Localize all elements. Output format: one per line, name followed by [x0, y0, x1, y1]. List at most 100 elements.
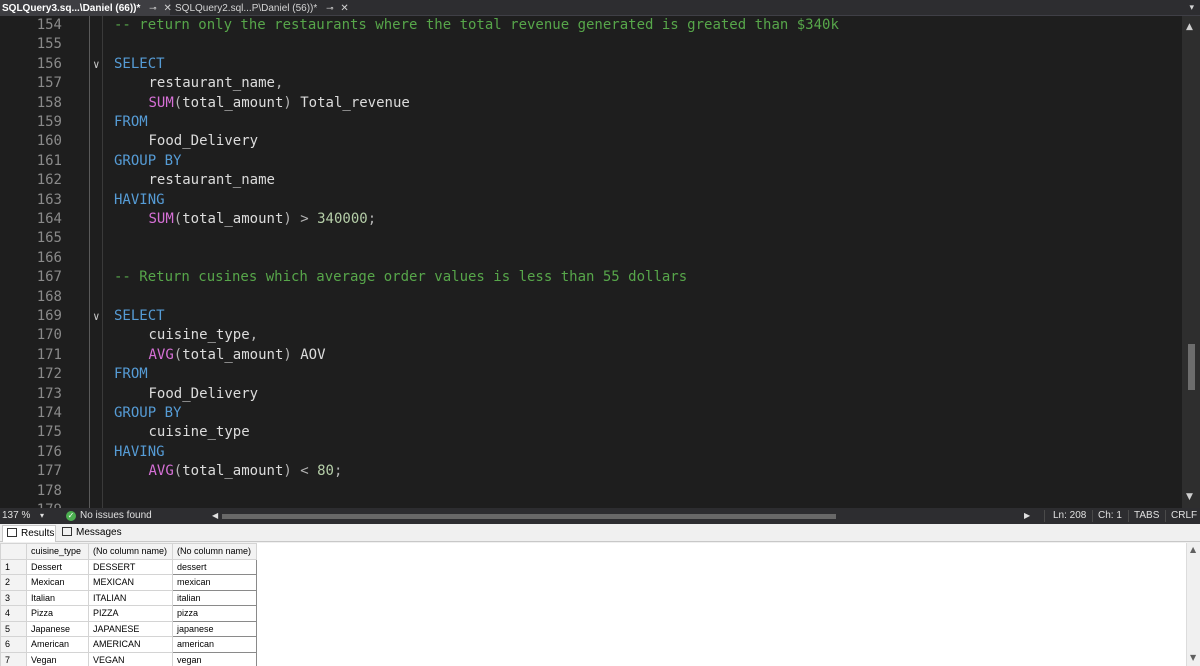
row-number[interactable]: 3: [0, 589, 27, 606]
zoom-level[interactable]: 137 %: [2, 508, 30, 524]
table-cell[interactable]: Dessert: [26, 558, 89, 575]
line-number: 176: [36, 443, 62, 460]
row-header-corner[interactable]: [0, 543, 27, 560]
code-line[interactable]: 155: [0, 35, 1182, 54]
code-line[interactable]: 168: [0, 288, 1182, 307]
code-line[interactable]: 159 FROM: [0, 113, 1182, 132]
issues-status[interactable]: No issues found: [80, 508, 152, 524]
code-line[interactable]: 179: [0, 501, 1182, 508]
table-cell[interactable]: DESSERT: [88, 558, 173, 575]
code-token: total_amount: [182, 94, 284, 111]
table-cell[interactable]: Mexican: [26, 574, 89, 591]
scroll-up-arrow-icon[interactable]: ▲: [1186, 22, 1193, 32]
code-line[interactable]: 169 ∨ SELECT: [0, 307, 1182, 326]
editor-vertical-scrollbar[interactable]: ▲ ▼: [1182, 16, 1200, 508]
code-line[interactable]: 162 restaurant_name: [0, 171, 1182, 190]
table-cell[interactable]: american: [172, 636, 257, 653]
column-header[interactable]: (No column name): [172, 543, 257, 560]
code-line[interactable]: 154 -- return only the restaurants where …: [0, 16, 1182, 35]
code-line[interactable]: 156 ∨ SELECT: [0, 55, 1182, 74]
row-number[interactable]: 5: [0, 620, 27, 637]
scroll-right-arrow-icon[interactable]: ▶: [1024, 508, 1030, 524]
code-line[interactable]: 164 SUM(total_amount) > 340000;: [0, 210, 1182, 229]
code-line[interactable]: 175 cuisine_type: [0, 423, 1182, 442]
fold-toggle-icon[interactable]: ∨: [93, 55, 100, 74]
code-line[interactable]: 167 -- Return cusines which average order…: [0, 268, 1182, 287]
table-row[interactable]: 5 Japanese JAPANESE japanese: [0, 620, 257, 637]
code-token: SELECT: [114, 55, 165, 72]
tab-sqlquery3[interactable]: SQLQuery3.sq...\Daniel (66))* ⊸ ✕: [0, 0, 172, 17]
close-icon[interactable]: ✕: [340, 1, 348, 17]
scroll-up-arrow-icon[interactable]: ▲: [1190, 545, 1196, 554]
code-line[interactable]: 172 FROM: [0, 365, 1182, 384]
code-line[interactable]: 158 SUM(total_amount) Total_revenue: [0, 94, 1182, 113]
scroll-left-arrow-icon[interactable]: ◀: [212, 508, 218, 524]
horizontal-scrollbar-thumb[interactable]: [222, 514, 836, 519]
row-number[interactable]: 1: [0, 558, 27, 575]
zoom-dropdown-icon[interactable]: ▾: [40, 508, 44, 524]
tab-results[interactable]: Results: [2, 525, 56, 542]
tab-overflow-dropdown-icon[interactable]: ▾: [1189, 0, 1194, 16]
column-header[interactable]: (No column name): [88, 543, 173, 560]
table-cell[interactable]: American: [26, 636, 89, 653]
table-row[interactable]: 1 Dessert DESSERT dessert: [0, 558, 257, 575]
close-icon[interactable]: ✕: [163, 1, 171, 17]
scroll-down-arrow-icon[interactable]: ▼: [1190, 653, 1196, 662]
table-cell[interactable]: MEXICAN: [88, 574, 173, 591]
results-grid[interactable]: cuisine_type (No column name) (No column…: [0, 543, 1186, 666]
fold-toggle-icon[interactable]: ∨: [93, 307, 100, 326]
code-line[interactable]: 170 cuisine_type,: [0, 326, 1182, 345]
table-cell[interactable]: Vegan: [26, 651, 89, 666]
table-cell[interactable]: Italian: [26, 589, 89, 606]
code-line[interactable]: 166: [0, 249, 1182, 268]
table-cell[interactable]: ITALIAN: [88, 589, 173, 606]
table-cell[interactable]: Japanese: [26, 620, 89, 637]
table-cell[interactable]: VEGAN: [88, 651, 173, 666]
row-number[interactable]: 6: [0, 636, 27, 653]
table-cell[interactable]: AMERICAN: [88, 636, 173, 653]
table-cell[interactable]: Pizza: [26, 605, 89, 622]
table-row[interactable]: 7 Vegan VEGAN vegan: [0, 651, 257, 666]
scroll-down-arrow-icon[interactable]: ▼: [1186, 492, 1193, 502]
tab-label: SQLQuery3.sq...\Daniel (66))*: [2, 3, 141, 14]
code-line[interactable]: 160 Food_Delivery: [0, 132, 1182, 151]
pin-icon[interactable]: ⊸: [149, 0, 157, 16]
table-cell[interactable]: JAPANESE: [88, 620, 173, 637]
code-line[interactable]: 177 AVG(total_amount) < 80;: [0, 462, 1182, 481]
table-cell[interactable]: japanese: [172, 620, 257, 637]
row-number[interactable]: 2: [0, 574, 27, 591]
tab-sqlquery2[interactable]: SQLQuery2.sql...P\Daniel (56))* ⊸ ✕: [172, 0, 349, 17]
table-row[interactable]: 3 Italian ITALIAN italian: [0, 589, 257, 606]
table-cell[interactable]: pizza: [172, 605, 257, 622]
code-token: ): [283, 463, 292, 480]
code-line[interactable]: 171 AVG(total_amount) AOV: [0, 346, 1182, 365]
line-ending-indicator[interactable]: CRLF: [1171, 508, 1197, 524]
code-line[interactable]: 178: [0, 482, 1182, 501]
code-text: GROUP BY: [114, 152, 181, 171]
code-line[interactable]: 165: [0, 229, 1182, 248]
table-row[interactable]: 2 Mexican MEXICAN mexican: [0, 574, 257, 591]
tab-messages[interactable]: Messages: [58, 525, 124, 542]
code-line[interactable]: 157 restaurant_name,: [0, 74, 1182, 93]
table-cell[interactable]: mexican: [172, 574, 257, 591]
code-token: AOV: [291, 346, 326, 363]
scrollbar-thumb[interactable]: [1188, 344, 1195, 390]
code-line[interactable]: 173 Food_Delivery: [0, 385, 1182, 404]
pin-icon[interactable]: ⊸: [326, 0, 334, 16]
row-number[interactable]: 7: [0, 651, 27, 666]
code-line[interactable]: 163 HAVING: [0, 191, 1182, 210]
sql-code-editor[interactable]: 154 -- return only the restaurants where …: [0, 16, 1182, 508]
code-line[interactable]: 174 GROUP BY: [0, 404, 1182, 423]
table-row[interactable]: 6 American AMERICAN american: [0, 636, 257, 653]
code-line[interactable]: 161 GROUP BY: [0, 152, 1182, 171]
table-row[interactable]: 4 Pizza PIZZA pizza: [0, 605, 257, 622]
column-header[interactable]: cuisine_type: [26, 543, 89, 560]
indentation-indicator[interactable]: TABS: [1134, 508, 1159, 524]
code-line[interactable]: 176 HAVING: [0, 443, 1182, 462]
row-number[interactable]: 4: [0, 605, 27, 622]
table-cell[interactable]: dessert: [172, 558, 257, 575]
results-vertical-scrollbar[interactable]: ▲ ▼: [1186, 543, 1200, 666]
table-cell[interactable]: italian: [172, 589, 257, 606]
table-cell[interactable]: vegan: [172, 651, 257, 666]
table-cell[interactable]: PIZZA: [88, 605, 173, 622]
